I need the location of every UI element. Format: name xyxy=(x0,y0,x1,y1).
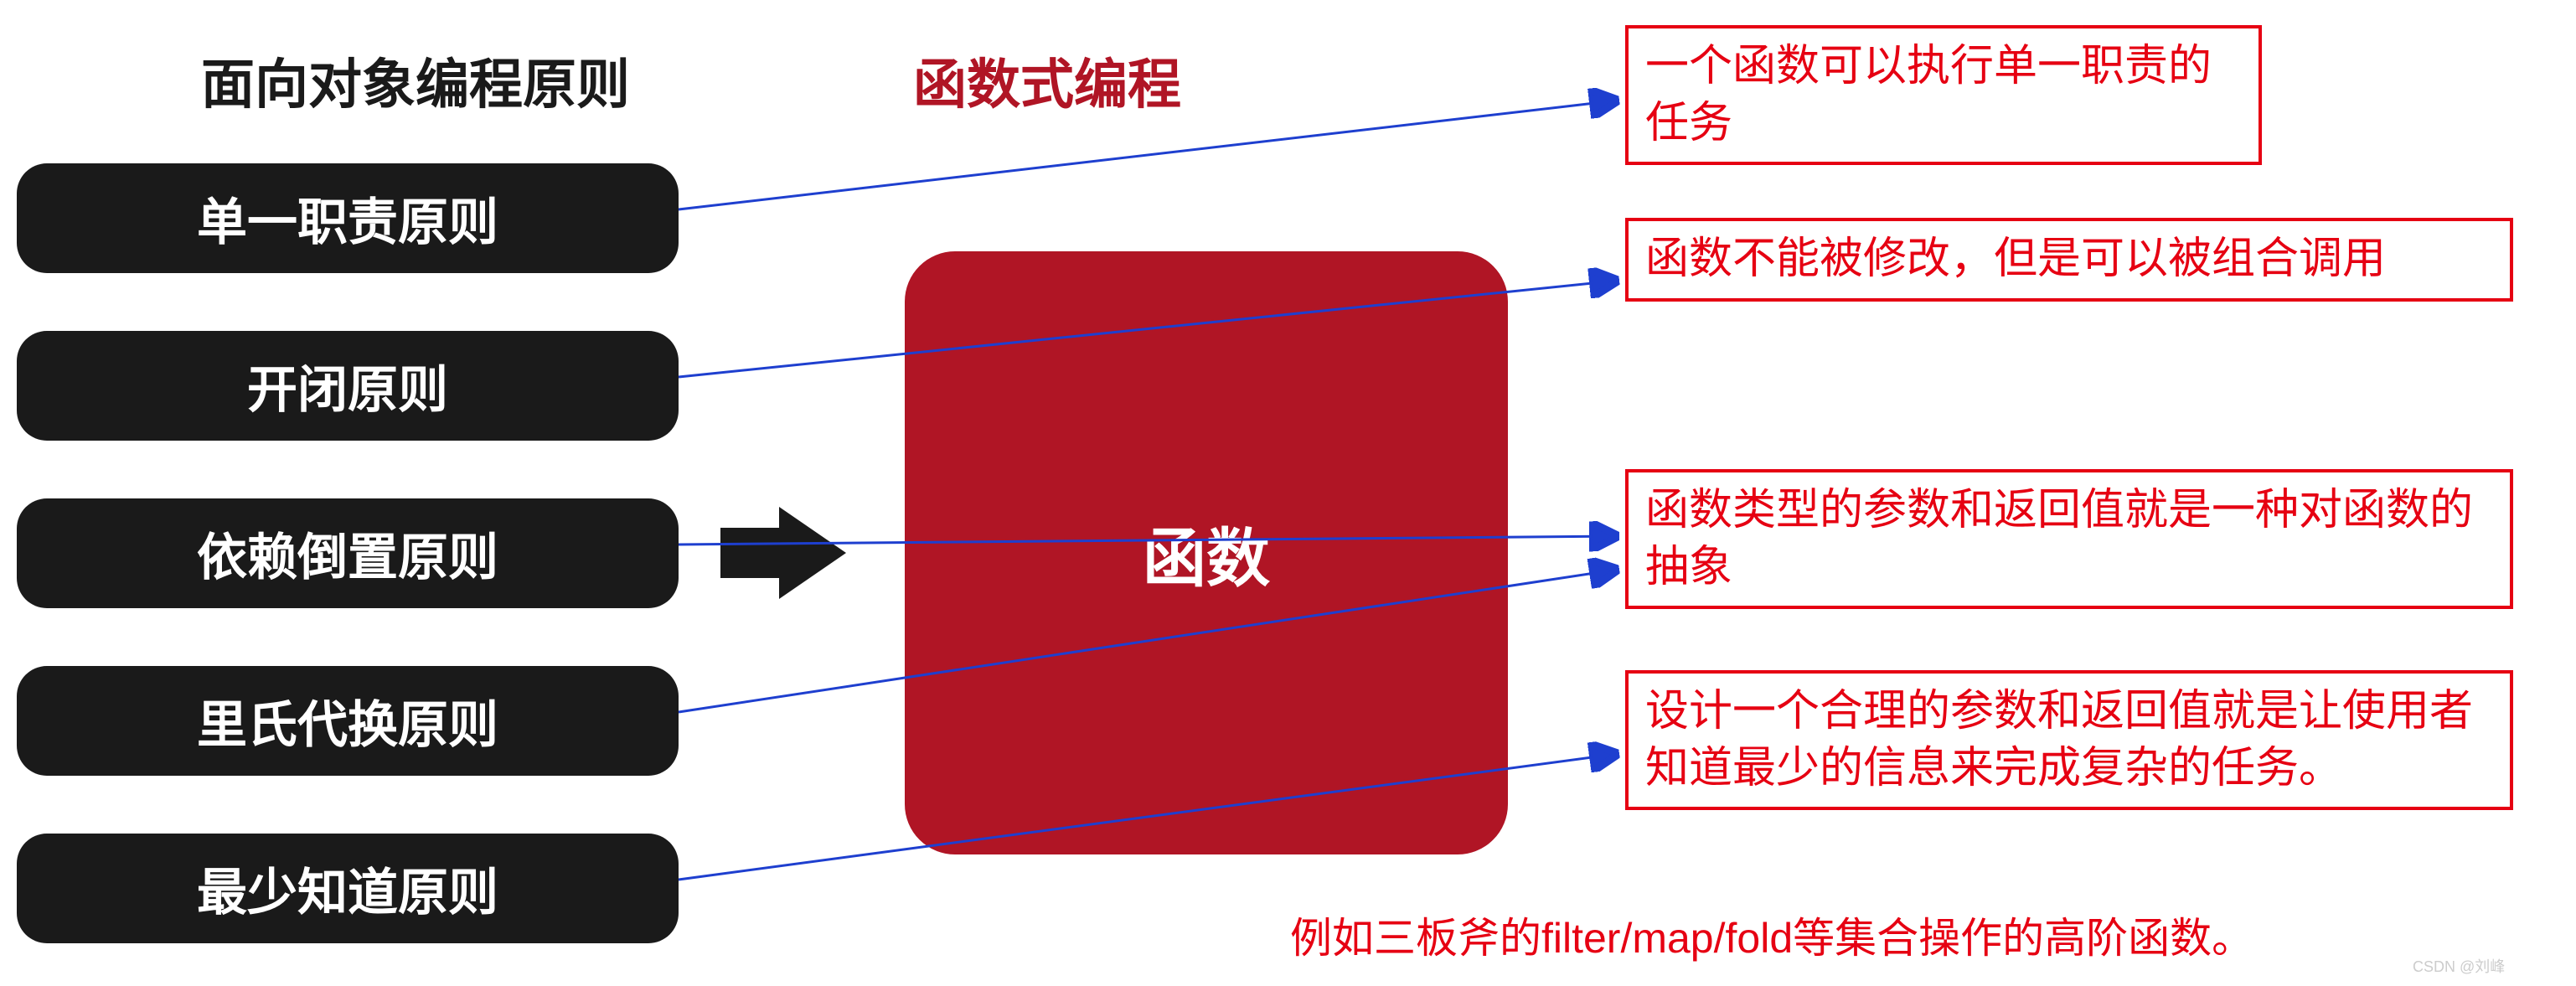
connector-lines xyxy=(0,0,2576,986)
